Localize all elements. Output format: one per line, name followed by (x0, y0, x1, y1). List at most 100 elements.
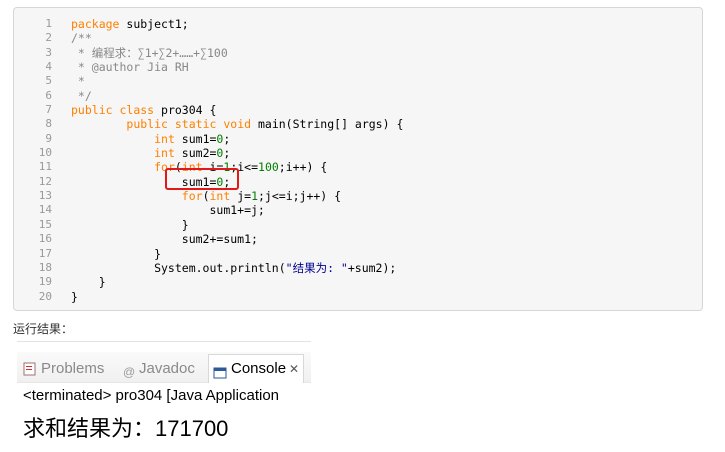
result-label: 运行结果： (13, 322, 74, 336)
code-token: sum1= (174, 131, 217, 146)
line-number: 17 (38, 246, 52, 260)
line-number: 13 (38, 189, 52, 203)
tab-problems-label: Problems (41, 360, 105, 377)
code-line: * @author Jia RH (71, 60, 403, 74)
code-token: pro304 { (154, 103, 217, 118)
code-token: sum2= (174, 146, 217, 161)
line-number: 10 (38, 146, 52, 160)
code-token: * @author Jia RH (71, 60, 189, 75)
code-token: int (154, 131, 175, 146)
console-panel: Problems @ Javadoc Console ✕ <terminated> … (17, 341, 311, 452)
code-line: sum2+=sum1; (71, 232, 403, 246)
tab-javadoc-label: Javadoc (139, 360, 195, 377)
tab-javadoc[interactable]: @ Javadoc (123, 359, 195, 379)
code-line: package subject1; (71, 17, 403, 31)
code-token: 1 (251, 189, 258, 204)
terminated-status: <terminated> pro304 [Java Application (23, 387, 280, 404)
code-token: } (71, 275, 106, 290)
code-line: * (71, 74, 403, 88)
line-number: 9 (45, 131, 52, 145)
code-token: } (71, 246, 162, 261)
line-number: 5 (45, 74, 52, 88)
code-token: System.out.println( (71, 260, 286, 275)
code-line: for(int j=1;j<=i;j++) { (71, 189, 403, 203)
code-line: public static void main(String[] args) { (71, 117, 403, 131)
code-token: ( (202, 189, 210, 204)
code-token: int (154, 146, 175, 161)
code-token: 100 (258, 160, 279, 175)
line-number: 7 (45, 103, 52, 117)
problems-icon (23, 362, 37, 376)
code-block: 1 2 3 4 5 6 7 8 9 10 11 12 13 14 15 16 17 18 19 20 package … (13, 7, 703, 311)
code-line: } (71, 218, 403, 232)
code-line: /** (71, 31, 403, 45)
line-number: 4 (45, 60, 52, 74)
code-token: ;j<=i;j++) { (258, 189, 342, 204)
code-token: ; (223, 131, 231, 146)
console-output: 求和结果为：171700 (23, 416, 229, 441)
console-icon (213, 362, 227, 379)
line-number: 19 (38, 275, 52, 289)
code-line: } (71, 290, 403, 304)
code-line: System.out.println("结果为: "+sum2); (71, 261, 403, 275)
code-token: sum2+=sum1; (71, 232, 258, 247)
javadoc-icon: @ (123, 365, 136, 380)
line-number: 20 (38, 289, 52, 303)
code-token: main(String[] args) { (251, 117, 404, 132)
code-line: int sum2=0; (71, 146, 403, 160)
code-token: subject1; (119, 17, 189, 31)
code-token: j= (230, 189, 252, 204)
line-number: 16 (38, 232, 52, 246)
code-line: sum1+=j; (71, 203, 403, 217)
code-line: int sum1=0; (71, 132, 403, 146)
line-number: 1 (45, 17, 52, 30)
line-number: 2 (45, 31, 52, 45)
line-number: 8 (45, 117, 52, 131)
code-token: } (71, 217, 189, 232)
line-number: 3 (45, 45, 52, 59)
code-token: +sum2); (347, 260, 397, 275)
console-tab-bar: Problems @ Javadoc Console ✕ (17, 352, 311, 383)
code-token: /** (71, 31, 92, 46)
highlight-box (165, 168, 239, 190)
code-line: */ (71, 89, 403, 103)
code-token: public (126, 117, 168, 132)
code-token: * 编程求：∑1+∑2+……+∑100 (71, 45, 228, 60)
code-line: } (71, 275, 403, 289)
code-token: package (71, 17, 120, 31)
code-line: public class pro304 { (71, 103, 403, 117)
code-token: static (174, 117, 217, 132)
code-token: void (223, 117, 252, 132)
code-token: for (181, 189, 203, 204)
code-token: * (71, 74, 85, 89)
close-icon[interactable]: ✕ (289, 362, 299, 376)
line-number: 12 (38, 174, 52, 188)
code-token: */ (71, 88, 92, 103)
code-line: * 编程求：∑1+∑2+……+∑100 (71, 46, 403, 60)
line-number: 18 (38, 260, 52, 274)
code-token: int (209, 189, 231, 204)
tab-console-label: Console (231, 360, 287, 377)
line-number-gutter: 1 2 3 4 5 6 7 8 9 10 11 12 13 14 15 16 17 18 19 20 (14, 17, 54, 304)
code-token: class (119, 103, 155, 118)
code-token: ; (223, 146, 231, 161)
code-token: } (71, 289, 78, 304)
code-token: public (71, 103, 113, 118)
tab-problems[interactable]: Problems (23, 359, 104, 379)
line-number: 11 (38, 160, 52, 174)
code-token: "结果为: " (285, 260, 348, 275)
code-line: } (71, 247, 403, 261)
line-number: 6 (45, 88, 52, 102)
code-token: ;i++) { (278, 160, 328, 175)
line-number: 14 (38, 203, 52, 217)
tab-console[interactable]: Console ✕ (208, 354, 305, 383)
code-content: package subject1;/** * 编程求：∑1+∑2+……+∑100… (71, 17, 403, 304)
line-number: 15 (38, 217, 52, 231)
code-token: sum1+=j; (71, 203, 265, 218)
